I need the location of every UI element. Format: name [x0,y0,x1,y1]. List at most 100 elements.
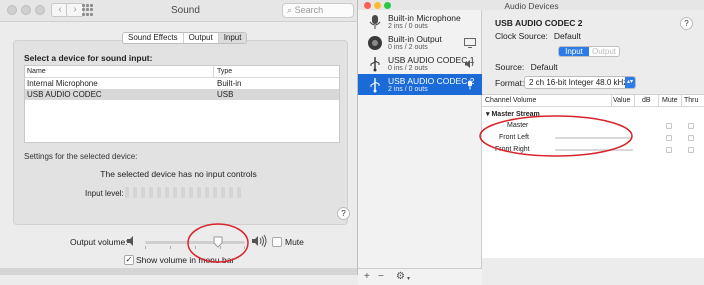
gear-icon[interactable]: ⚙ [396,271,405,282]
source-value: Default [530,62,558,72]
front-left-volume-slider[interactable] [555,137,633,139]
device-type-cell: Built-in [217,79,242,88]
column-header-name[interactable]: Name [27,66,46,78]
search-input[interactable]: ⌕ Search [282,3,354,18]
front-right-volume-slider[interactable] [555,149,633,151]
device-name-cell: Internal Microphone [27,79,98,88]
table-row[interactable]: Internal Microphone Built-in [25,78,339,89]
device-name: USB AUDIO CODEC 2 [388,76,475,86]
speaker-output-icon [465,60,474,68]
device-io: 2 ins / 0 outs [388,23,428,30]
display-output-icon [464,38,476,48]
column-header-channel-volume: Channel Volume [485,97,537,104]
chevron-right-icon: › [73,4,77,15]
channel-volume-table: Channel Volume Value dB Mute Thru ▾ Mast… [482,94,704,258]
column-header-thru: Thru [684,97,699,104]
remove-device-button[interactable]: − [378,271,384,282]
selected-device-name: USB AUDIO CODEC 2 [495,18,583,28]
usb-icon [370,78,380,93]
device-list-toolbar: + − ⚙ ▾ [358,268,482,285]
mute-checkbox-front-right[interactable] [666,147,672,153]
clock-source-value[interactable]: Default [554,31,581,41]
thru-checkbox-front-right[interactable] [688,147,694,153]
master-stream-group[interactable]: ▾ Master Stream [486,110,540,118]
help-button[interactable]: ? [337,207,350,220]
master-stream-label: Master Stream [491,111,540,118]
format-value: 2 ch 16-bit Integer 48.0 kHz [529,78,628,87]
zoom-window-button[interactable] [35,5,45,15]
no-input-controls-text: The selected device has no input control… [100,169,257,179]
table-header: Name Type [25,66,339,78]
show-all-grid-icon[interactable] [82,4,94,16]
sound-title-bar: ‹ › Sound ⌕ Search [0,0,357,22]
device-name-cell: USB AUDIO CODEC [27,90,102,99]
source-row: Source: Default [495,62,558,72]
input-output-tabs: Input Output [558,46,620,57]
device-item-usb-audio-codec-1[interactable]: USB AUDIO CODEC 1 0 ins / 2 outs [358,53,482,74]
format-popup[interactable]: 2 ch 16-bit Integer 48.0 kHz ▴▾ [524,76,636,89]
speaker-low-icon [127,236,133,246]
tab-input[interactable]: Input [559,47,589,56]
source-label: Source: [495,62,525,72]
column-header-type[interactable]: Type [217,66,232,78]
disclosure-triangle-icon: ▾ [486,111,490,118]
output-volume-slider[interactable] [145,241,245,244]
column-header-db: dB [642,97,651,104]
checkmark-icon: ✓ [125,255,133,264]
minimize-window-button[interactable] [21,5,31,15]
add-device-button[interactable]: + [364,271,370,282]
volume-slider-knob[interactable] [213,236,223,248]
column-header-mute: Mute [662,97,678,104]
input-level-meter [125,187,241,198]
audio-devices-window: Audio Devices Built-in Microphone 2 ins … [357,0,704,285]
column-header-value: Value [613,97,631,104]
window-title: Sound [171,5,200,16]
help-button[interactable]: ? [680,17,693,30]
device-item-built-in-output[interactable]: Built-in Output 0 ins / 2 outs [358,32,482,53]
select-device-label: Select a device for sound input: [24,53,153,63]
device-item-usb-audio-codec-2[interactable]: USB AUDIO CODEC 2 2 ins / 0 outs [358,74,482,95]
device-name: Built-in Output [388,34,442,44]
table-row[interactable]: USB AUDIO CODEC USB [25,89,339,100]
channel-table-header: Channel Volume Value dB Mute Thru [482,95,704,107]
speaker-icon [368,36,382,50]
show-volume-checkbox[interactable]: ✓ [124,255,134,265]
device-io: 2 ins / 0 outs [388,86,428,93]
speaker-high-icon [252,234,267,248]
channel-label-front-left: Front Left [499,134,529,141]
thru-checkbox-front-left[interactable] [688,135,694,141]
device-name: USB AUDIO CODEC 1 [388,55,475,65]
audio-devices-title-bar: Audio Devices [358,0,704,11]
device-type-cell: USB [217,90,234,99]
search-icon: ⌕ [287,5,293,15]
close-window-button[interactable] [7,5,17,15]
microphone-input-icon [468,80,472,90]
input-level-label: Input level: [85,189,124,198]
input-device-table: Name Type Internal Microphone Built-in U… [24,65,340,143]
clock-source-row: Clock Source: Default [495,31,581,41]
channel-label-front-right: Front Right [495,146,530,153]
show-volume-label: Show volume in menu bar [136,255,235,265]
device-item-built-in-microphone[interactable]: Built-in Microphone 2 ins / 0 outs [358,11,482,32]
search-placeholder: Search [294,5,324,15]
mute-checkbox-master[interactable] [666,123,672,129]
tab-output[interactable]: Output [184,33,219,43]
device-list: Built-in Microphone 2 ins / 0 outs Built… [358,10,482,285]
channel-label-master: Master [507,122,529,129]
tab-output[interactable]: Output [589,47,619,56]
chevron-down-icon[interactable]: ▾ [407,275,410,282]
mute-checkbox-front-left[interactable] [666,135,672,141]
dock-strip [0,268,357,275]
usb-icon [370,57,380,72]
output-volume-label: Output volume: [70,237,128,247]
mute-checkbox[interactable] [272,237,282,247]
volume-slider-ticks [145,246,245,250]
thru-checkbox-master[interactable] [688,123,694,129]
tab-sound-effects[interactable]: Sound Effects [123,33,184,43]
tab-input[interactable]: Input [218,33,247,43]
settings-label: Settings for the selected device: [24,152,138,161]
device-io: 0 ins / 2 outs [388,44,428,51]
device-name: Built-in Microphone [388,13,461,23]
sound-preferences-window: ‹ › Sound ⌕ Search Sound Effects Output … [0,0,357,275]
sound-tabs: Sound Effects Output Input [122,32,248,44]
